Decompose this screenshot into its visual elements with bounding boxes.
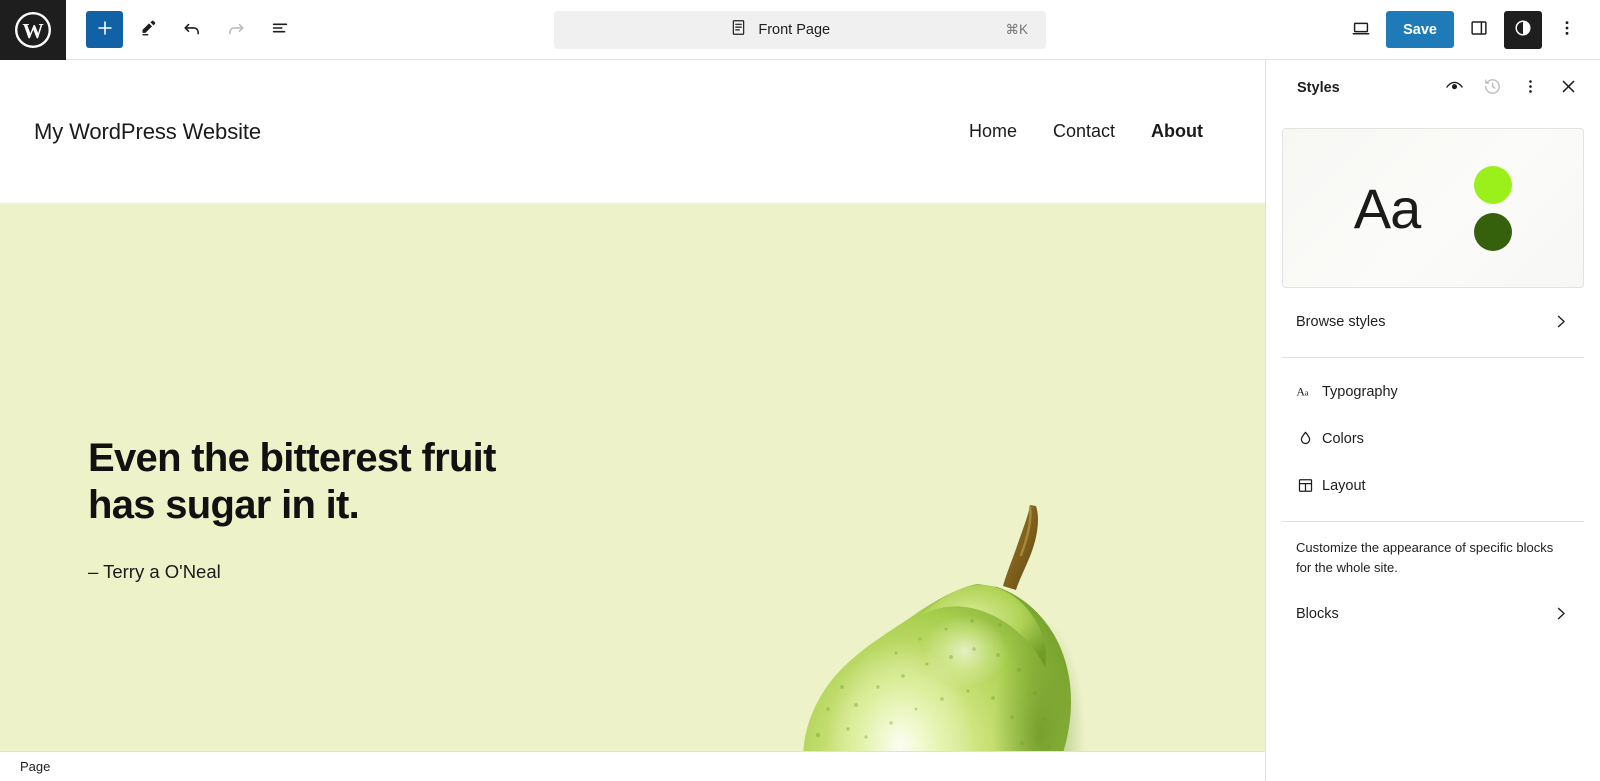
style-preview-type-sample: Aa xyxy=(1353,176,1421,240)
styles-menu-item-typography[interactable]: A a Typography xyxy=(1282,368,1584,415)
wordpress-site-editor: W Front Page ⌘K Save My WordPress Websit… xyxy=(0,0,1600,781)
wordpress-logo-button[interactable]: W xyxy=(0,0,66,60)
edit-tool-button[interactable] xyxy=(129,11,167,49)
typography-aa-icon: A a xyxy=(1296,382,1322,401)
nav-item-contact[interactable]: Contact xyxy=(1053,121,1115,142)
command-center-label-group: Front Page xyxy=(554,18,1005,41)
view-device-button[interactable] xyxy=(1342,11,1380,49)
history-revisions-icon xyxy=(1482,76,1503,100)
styles-panel-title: Styles xyxy=(1297,80,1340,96)
style-preview-swatches xyxy=(1474,165,1513,251)
styles-panel-content: Aa Browse styles A a Typography Colors L… xyxy=(1266,116,1600,781)
list-view-button[interactable] xyxy=(261,11,299,49)
chevron-right-icon xyxy=(1551,604,1570,623)
styles-menu-label-typography: Typography xyxy=(1322,383,1398,400)
command-center-bar[interactable]: Front Page ⌘K xyxy=(554,10,1046,49)
browse-styles-row[interactable]: Browse styles xyxy=(1282,298,1584,345)
site-header-block[interactable]: My WordPress Website Home Contact About xyxy=(0,60,1265,203)
quote-block[interactable]: Even the bitterest fruit has sugar in it… xyxy=(0,203,620,751)
redo-arrow-icon xyxy=(225,17,247,42)
redo-button[interactable] xyxy=(217,11,255,49)
swatch-light xyxy=(1474,165,1513,204)
pencil-edit-icon xyxy=(137,17,159,42)
three-dots-vertical-icon xyxy=(1520,76,1541,100)
styles-menu-item-layout[interactable]: Layout xyxy=(1282,462,1584,509)
styles-menu-label-colors: Colors xyxy=(1322,430,1364,447)
sidebar-panel-icon xyxy=(1468,17,1490,42)
hero-block[interactable]: Even the bitterest fruit has sugar in it… xyxy=(0,203,1265,751)
style-preview-card[interactable]: Aa xyxy=(1282,128,1584,288)
eye-style-book-icon xyxy=(1444,76,1465,100)
editor-body: My WordPress Website Home Contact About … xyxy=(0,60,1600,781)
nav-item-about[interactable]: About xyxy=(1151,121,1203,142)
svg-text:W: W xyxy=(22,18,44,42)
save-button[interactable]: Save xyxy=(1386,11,1454,48)
browse-styles-section: Browse styles xyxy=(1282,288,1584,345)
editor-status-bar: Page xyxy=(0,751,1265,781)
styles-sidebar: Styles Aa Browse styles A a Typography C… xyxy=(1266,60,1600,781)
style-book-button[interactable] xyxy=(1436,70,1472,106)
three-dots-vertical-icon xyxy=(1556,17,1578,42)
styles-menu-section: A a Typography Colors Layout xyxy=(1282,358,1584,509)
desktop-device-icon xyxy=(1350,17,1372,42)
blocks-description: Customize the appearance of specific blo… xyxy=(1296,540,1554,576)
status-bar-label: Page xyxy=(20,759,51,774)
settings-sidebar-button[interactable] xyxy=(1460,11,1498,49)
plus-icon xyxy=(94,17,116,42)
quote-line-1[interactable]: Even the bitterest fruit xyxy=(88,435,620,482)
wordpress-logo-icon: W xyxy=(14,11,52,49)
pear-illustration[interactable] xyxy=(760,491,1090,751)
color-drop-icon xyxy=(1296,429,1322,448)
swatch-dark xyxy=(1474,212,1513,251)
list-view-icon xyxy=(269,17,291,42)
styles-panel-actions xyxy=(1436,70,1586,106)
toolbar-right-group: Save xyxy=(1342,10,1600,49)
close-styles-button[interactable] xyxy=(1550,70,1586,106)
more-options-button[interactable] xyxy=(1548,11,1586,49)
blocks-label: Blocks xyxy=(1296,605,1339,622)
blocks-row[interactable]: Blocks xyxy=(1282,590,1584,637)
site-navigation[interactable]: Home Contact About xyxy=(969,121,1231,142)
editor-canvas[interactable]: My WordPress Website Home Contact About … xyxy=(0,60,1266,781)
editor-toolbar: W Front Page ⌘K Save xyxy=(0,0,1600,60)
browse-styles-label: Browse styles xyxy=(1296,313,1386,330)
add-block-button[interactable] xyxy=(86,11,123,48)
page-document-icon xyxy=(729,18,748,41)
quote-citation[interactable]: – Terry a O'Neal xyxy=(88,561,620,583)
layout-grid-icon xyxy=(1296,476,1322,495)
revisions-button[interactable] xyxy=(1474,70,1510,106)
command-center-title: Front Page xyxy=(758,21,831,38)
styles-panel-header: Styles xyxy=(1266,60,1600,116)
close-x-icon xyxy=(1558,76,1579,100)
styles-menu-label-layout: Layout xyxy=(1322,477,1366,494)
quote-line-2[interactable]: has sugar in it. xyxy=(88,482,620,529)
command-center-shortcut: ⌘K xyxy=(1005,21,1028,37)
undo-button[interactable] xyxy=(173,11,211,49)
styles-more-button[interactable] xyxy=(1512,70,1548,106)
styles-contrast-icon xyxy=(1512,17,1534,42)
styles-menu-item-colors[interactable]: Colors xyxy=(1282,415,1584,462)
svg-text:a: a xyxy=(1305,387,1309,397)
site-title[interactable]: My WordPress Website xyxy=(34,119,261,145)
styles-button[interactable] xyxy=(1504,10,1542,49)
toolbar-left-group xyxy=(66,11,299,49)
undo-arrow-icon xyxy=(181,17,203,42)
chevron-right-icon xyxy=(1551,312,1570,331)
nav-item-home[interactable]: Home xyxy=(969,121,1017,142)
